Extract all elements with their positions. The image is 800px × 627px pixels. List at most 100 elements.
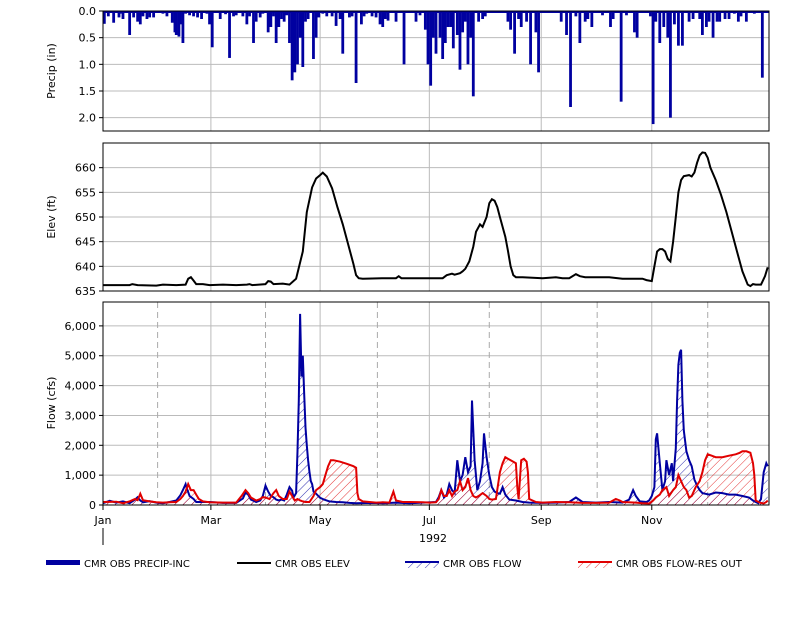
precip-bar bbox=[426, 11, 430, 65]
precip-bar bbox=[314, 11, 318, 38]
precip-bar bbox=[138, 11, 142, 25]
precip-bar bbox=[272, 11, 275, 17]
precip-bar bbox=[662, 11, 666, 27]
precip-bar bbox=[429, 11, 433, 86]
precip-bar bbox=[304, 11, 307, 22]
legend-label: CMR OBS PRECIP-INC bbox=[84, 559, 190, 570]
precip-bar bbox=[477, 11, 481, 22]
precip-bar bbox=[378, 11, 382, 25]
precip-bar bbox=[434, 11, 438, 54]
precip-panel: 0.0 0.5 1.0 1.5 2.0 Precip (in) bbox=[45, 5, 770, 132]
precip-bar bbox=[228, 11, 231, 58]
precip-bar bbox=[590, 11, 594, 27]
precip-bar bbox=[707, 11, 711, 22]
precip-bar bbox=[666, 11, 670, 38]
precip-bar bbox=[673, 11, 676, 25]
precip-bar bbox=[513, 11, 516, 54]
precip-bar bbox=[446, 11, 450, 27]
precip-bar bbox=[317, 11, 321, 18]
precip-bar bbox=[188, 11, 191, 16]
x-tick-label: Nov bbox=[641, 514, 663, 527]
flow-ytick-label: 5,000 bbox=[65, 350, 97, 363]
precip-bar bbox=[381, 11, 385, 27]
precip-bar bbox=[466, 11, 470, 65]
flow-ytick-label: 3,000 bbox=[65, 409, 97, 422]
precip-bar bbox=[106, 11, 110, 17]
flow-ytick-label: 4,000 bbox=[65, 380, 97, 393]
precip-bar bbox=[196, 11, 199, 18]
precip-bar bbox=[141, 11, 145, 17]
precip-bar bbox=[269, 11, 273, 27]
precip-bar bbox=[298, 11, 302, 38]
legend: CMR OBS PRECIP-INC CMR OBS ELEV CMR OBS FL… bbox=[46, 559, 743, 570]
precip-bar bbox=[386, 11, 390, 21]
precip-bar bbox=[280, 11, 283, 19]
precip-bar bbox=[208, 11, 211, 25]
elev-ytick-label: 660 bbox=[75, 162, 96, 175]
precip-bar bbox=[441, 11, 445, 59]
precip-bar bbox=[718, 11, 722, 22]
legend-label: CMR OBS ELEV bbox=[275, 559, 350, 570]
precip-bar bbox=[517, 11, 520, 19]
precip-bar bbox=[569, 11, 572, 107]
precip-bar bbox=[727, 11, 731, 19]
precip-bar bbox=[210, 11, 214, 48]
precip-bar bbox=[744, 11, 748, 22]
precip-bar bbox=[112, 11, 116, 23]
precip-bar bbox=[360, 11, 363, 25]
precip-bar bbox=[282, 11, 286, 22]
precip-bar bbox=[529, 11, 532, 65]
precip-bar bbox=[483, 11, 487, 17]
precip-bar bbox=[698, 11, 702, 19]
precip-yticks: 0.0 0.5 1.0 1.5 2.0 bbox=[79, 5, 103, 125]
precip-bar bbox=[481, 11, 485, 19]
elev-ytick-label: 655 bbox=[75, 186, 96, 199]
precip-bar bbox=[715, 11, 719, 22]
precip-bar bbox=[334, 11, 338, 26]
precip-bar bbox=[293, 11, 297, 73]
precip-bar bbox=[723, 11, 727, 19]
precip-bar bbox=[301, 11, 305, 67]
flow-ytick-label: 6,000 bbox=[65, 320, 97, 333]
elev-grid bbox=[102, 143, 769, 292]
precip-bar bbox=[128, 11, 132, 35]
precip-bar bbox=[288, 11, 291, 43]
precip-bar bbox=[681, 11, 684, 46]
precip-bar bbox=[586, 11, 590, 19]
precip-bar bbox=[341, 11, 345, 54]
precip-bar bbox=[394, 11, 398, 22]
precip-bar bbox=[736, 11, 740, 22]
precip-bar bbox=[121, 11, 125, 19]
elev-yticks: 635 640 645 650 655 660 bbox=[75, 162, 103, 298]
precip-bar bbox=[170, 11, 174, 23]
precip-bar bbox=[583, 11, 587, 22]
precip-bars bbox=[103, 11, 769, 125]
precip-bar bbox=[534, 11, 538, 33]
elev-panel: 635 640 645 650 655 660 Elev (ft) bbox=[45, 142, 770, 298]
precip-bar bbox=[338, 11, 342, 19]
precip-ytick-label: 0.0 bbox=[79, 5, 97, 18]
precip-bar bbox=[611, 11, 615, 19]
precip-bar bbox=[649, 11, 652, 17]
precip-bar bbox=[354, 11, 358, 83]
precip-bar bbox=[132, 11, 136, 18]
x-tick-label: May bbox=[309, 514, 332, 527]
precip-ytick-label: 0.5 bbox=[79, 32, 97, 45]
precip-bar bbox=[136, 11, 140, 22]
precip-bar bbox=[537, 11, 540, 73]
flow-ytick-label: 2,000 bbox=[65, 439, 97, 452]
flow-panel: 0 1,000 2,000 3,000 4,000 5,000 6,000 Flow (cf… bbox=[45, 301, 770, 545]
precip-bar bbox=[325, 11, 329, 17]
precip-bar bbox=[296, 11, 299, 65]
precip-bar bbox=[312, 11, 315, 59]
precip-bar bbox=[402, 11, 406, 65]
precip-bar bbox=[192, 11, 195, 17]
precip-bar bbox=[601, 11, 604, 16]
precip-bar bbox=[525, 11, 528, 22]
precip-bar bbox=[509, 11, 512, 30]
precip-ytick-label: 2.0 bbox=[79, 112, 97, 125]
x-tick-label: Mar bbox=[201, 514, 222, 527]
precip-bar bbox=[519, 11, 523, 27]
precip-bar bbox=[458, 11, 462, 70]
precip-bar bbox=[619, 11, 623, 102]
